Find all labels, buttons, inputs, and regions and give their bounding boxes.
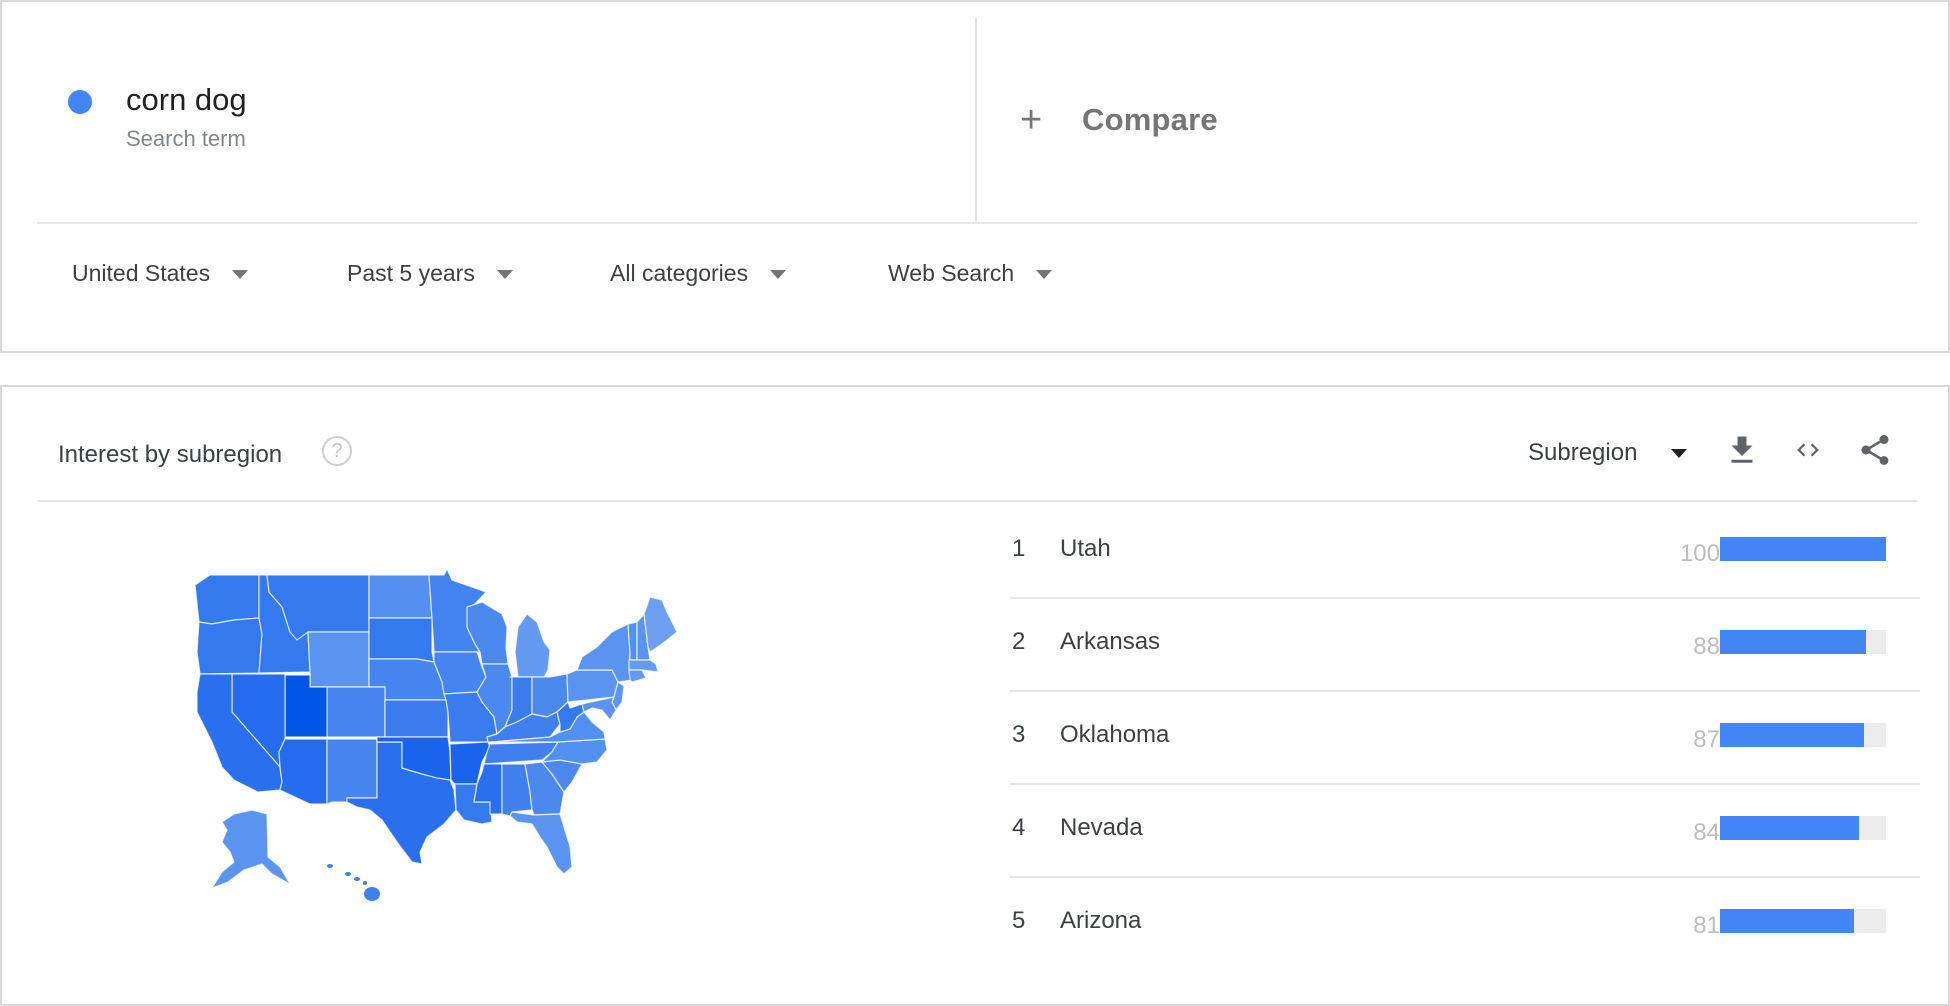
search-term-name[interactable]: corn dog [126,82,247,118]
caret-down-icon [770,270,787,279]
compare-divider [975,18,977,222]
caret-down-icon [496,270,513,279]
interest-bar-fill [1720,630,1867,654]
rank-number: 1 [1012,535,1026,562]
state-CT[interactable] [628,669,647,683]
state-WA[interactable] [194,574,260,625]
region-filter-label: United States [72,260,211,286]
state-ND[interactable] [368,574,433,619]
state-AK[interactable] [211,809,291,889]
ranking-row[interactable]: 2 Arkansas 88 [1010,599,1920,692]
interest-bar-track [1720,816,1886,840]
state-OR[interactable] [196,617,263,675]
search-type-filter-dropdown[interactable]: Web Search [888,260,1053,287]
region-name[interactable]: Oklahoma [1060,721,1169,749]
resolution-dropdown[interactable]: Subregion [1528,439,1688,467]
state-HI[interactable] [327,864,380,901]
ranking-row[interactable]: 4 Nevada 84 [1010,785,1920,878]
region-name[interactable]: Arizona [1060,907,1141,935]
caret-down-icon [232,270,249,279]
download-icon[interactable] [1724,432,1760,468]
interest-bar-track [1720,723,1886,747]
explore-card: corn dog Search term + Compare United St… [0,0,1950,353]
ranking-row[interactable]: 3 Oklahoma 87 [1010,692,1920,785]
interest-bar-track [1720,630,1886,654]
interest-bar-fill [1720,909,1855,933]
widget-title: Interest by subregion [58,441,283,468]
state-CO[interactable] [326,686,386,738]
state-AZ[interactable] [278,738,328,805]
interest-value: 100 [1679,540,1720,567]
search-term-type: Search term [126,126,246,151]
embed-icon[interactable] [1790,432,1826,468]
state-FL[interactable] [509,811,573,875]
interest-value: 81 [1693,912,1720,939]
interest-value: 87 [1693,726,1720,753]
resolution-label: Subregion [1528,439,1638,466]
compare-button[interactable]: + Compare [1020,100,1218,140]
category-filter-label: All categories [610,260,749,286]
ranking-row[interactable]: 5 Arizona 81 [1010,878,1920,971]
term-color-dot-icon [68,90,92,114]
plus-icon: + [1020,99,1043,141]
state-MI[interactable] [514,613,551,678]
state-NM[interactable] [326,738,378,805]
interest-value: 88 [1693,633,1720,660]
ranking-row[interactable]: 1 Utah 100 [1010,506,1920,599]
region-filter-dropdown[interactable]: United States [72,260,249,287]
state-WY[interactable] [307,631,370,688]
interest-bar-fill [1720,537,1886,561]
interest-bar-track [1720,537,1886,561]
us-choropleth-map [172,552,792,922]
divider [37,222,1917,224]
time-filter-dropdown[interactable]: Past 5 years [347,260,513,287]
subregion-ranking-list: 1 Utah 100 2 Arkansas 88 3 Oklahoma 87 4… [1010,506,1920,971]
time-filter-label: Past 5 years [347,260,475,286]
search-type-filter-label: Web Search [888,260,1015,286]
rank-number: 5 [1012,907,1026,934]
interest-bar-fill [1720,723,1865,747]
category-filter-dropdown[interactable]: All categories [610,260,787,287]
caret-down-icon [1036,270,1053,279]
state-KS[interactable] [384,699,449,738]
state-ME[interactable] [643,596,678,653]
divider [37,500,1917,502]
region-name[interactable]: Nevada [1060,814,1143,842]
interest-by-subregion-card: Interest by subregion ? Subregion 1 Utah… [0,385,1950,1006]
rank-number: 3 [1012,721,1026,748]
state-SD[interactable] [368,617,435,663]
region-name[interactable]: Arkansas [1060,628,1160,656]
compare-label: Compare [1082,102,1218,137]
region-name[interactable]: Utah [1060,535,1111,563]
help-icon[interactable]: ? [322,436,352,466]
rank-number: 2 [1012,628,1026,655]
interest-value: 84 [1693,819,1720,846]
rank-number: 4 [1012,814,1026,841]
interest-bar-track [1720,909,1886,933]
interest-bar-fill [1720,816,1860,840]
caret-down-icon [1671,448,1688,458]
share-icon[interactable] [1857,432,1893,468]
